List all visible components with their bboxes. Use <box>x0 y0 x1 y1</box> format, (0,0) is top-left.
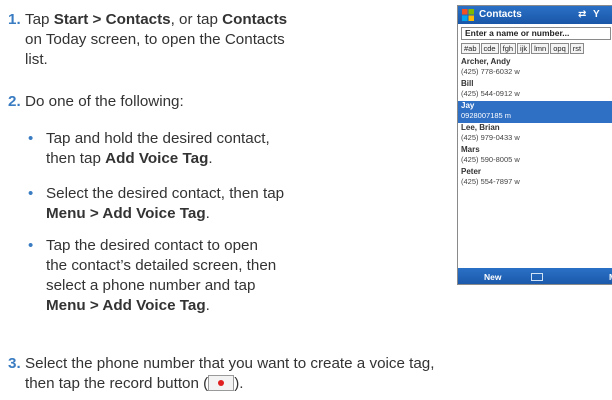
contact-name: Jay <box>461 101 475 110</box>
contact-phone: (425) 554-7897 w <box>461 177 520 186</box>
bullet-3-line-4: Menu > Add Voice Tag. <box>46 296 210 315</box>
new-softkey[interactable]: New <box>484 268 501 284</box>
letter-tab[interactable]: cde <box>480 43 499 54</box>
step-1-line-2: on Today screen, to open the Contacts <box>25 31 285 48</box>
contact-name: Peter <box>461 167 482 176</box>
contact-item[interactable]: Peter (425) 554-7897 w <box>458 167 612 189</box>
phone-title-bar: Contacts ⇄ Y <box>458 6 612 24</box>
bullet-text: . <box>205 205 210 222</box>
contact-name: Mars <box>461 145 480 154</box>
contact-name: Bill <box>461 79 474 88</box>
bullet-dot-icon: • <box>28 185 34 202</box>
letter-tab[interactable]: fgh <box>499 43 517 54</box>
contact-phone: (425) 544-0912 w <box>461 89 520 98</box>
step-3-line-2: then tap the record button (). <box>25 374 244 393</box>
contact-item[interactable]: Bill (425) 544-0912 w <box>458 79 612 101</box>
letter-tab[interactable]: opq <box>550 43 569 54</box>
phone-title: Contacts <box>479 9 522 20</box>
bullet-text: . <box>208 150 213 167</box>
record-icon <box>218 380 225 386</box>
instruction-page: 1. Tap Start > Contacts, or tap Contacts… <box>0 0 612 400</box>
bullet-text-bold: Menu > Add Voice Tag <box>46 297 206 314</box>
contacts-list: Archer, Andy (425) 778-6032 w Bill (425)… <box>458 57 612 189</box>
contact-name: Lee, Brian <box>461 123 500 132</box>
bullet-3-line-2: the contact’s detailed screen, then <box>46 257 277 274</box>
contact-phone: (425) 979-0433 w <box>461 133 520 142</box>
step-3-line-1: Select the phone number that you want to… <box>25 355 435 372</box>
bullet-text: . <box>205 297 210 314</box>
phone-menu-bar: New M <box>458 268 612 284</box>
bullet-2-line-1: Select the desired contact, then tap <box>46 185 285 202</box>
letter-tab[interactable]: lmn <box>531 43 550 54</box>
contact-item-selected[interactable]: Jay 0928007185 m <box>458 101 612 123</box>
letter-tab[interactable]: rst <box>569 43 585 54</box>
bullet-1-line-1: Tap and hold the desired contact, <box>46 130 270 147</box>
keyboard-icon[interactable] <box>531 273 543 281</box>
bullet-text-bold: Menu > Add Voice Tag <box>46 205 206 222</box>
bullet-3-line-3: select a phone number and tap <box>46 277 256 294</box>
contact-phone: (425) 778-6032 w <box>461 67 520 76</box>
step-text-bold: Start > Contacts <box>53 11 171 28</box>
step-text-bold: Contacts <box>222 11 288 28</box>
step-text: , or tap <box>170 11 223 28</box>
record-button <box>208 375 235 391</box>
contact-phone: 0928007185 m <box>461 111 512 120</box>
contact-phone: (425) 590-8005 w <box>461 155 520 164</box>
windows-flag-icon <box>462 9 474 21</box>
step-number: 1. <box>8 11 21 28</box>
step-text: then tap the record button ( <box>25 375 209 392</box>
letter-tab[interactable]: ijk <box>517 43 531 54</box>
phone-screenshot: Contacts ⇄ Y Enter a name or number... #… <box>457 5 612 285</box>
phone-letter-tabs: #ab cde fgh ijk lmn opq rst <box>461 43 612 55</box>
bullet-2-line-2: Menu > Add Voice Tag. <box>46 204 210 223</box>
step-text: ). <box>234 375 244 392</box>
bullet-1-line-2: then tap Add Voice Tag. <box>46 149 213 168</box>
phone-search-input[interactable]: Enter a name or number... <box>461 27 611 40</box>
step-1-line-3: list. <box>25 51 48 68</box>
bullet-text: then tap <box>46 150 106 167</box>
signal-status-icon: ⇄ Y <box>578 9 602 20</box>
contact-name: Archer, Andy <box>461 57 511 66</box>
contact-item[interactable]: Archer, Andy (425) 778-6032 w <box>458 57 612 79</box>
contact-item[interactable]: Mars (425) 590-8005 w <box>458 145 612 167</box>
step-2-lead: Do one of the following: <box>25 93 184 110</box>
contact-item[interactable]: Lee, Brian (425) 979-0433 w <box>458 123 612 145</box>
bullet-dot-icon: • <box>28 130 34 147</box>
step-1-line-1: Tap Start > Contacts, or tap Contacts <box>25 10 287 29</box>
step-text: Tap <box>25 11 54 28</box>
step-number: 2. <box>8 93 21 110</box>
bullet-dot-icon: • <box>28 237 34 254</box>
bullet-text-bold: Add Voice Tag <box>105 150 209 167</box>
step-number: 3. <box>8 355 21 372</box>
bullet-3-line-1: Tap the desired contact to open <box>46 237 258 254</box>
letter-tab[interactable]: #ab <box>461 43 480 54</box>
